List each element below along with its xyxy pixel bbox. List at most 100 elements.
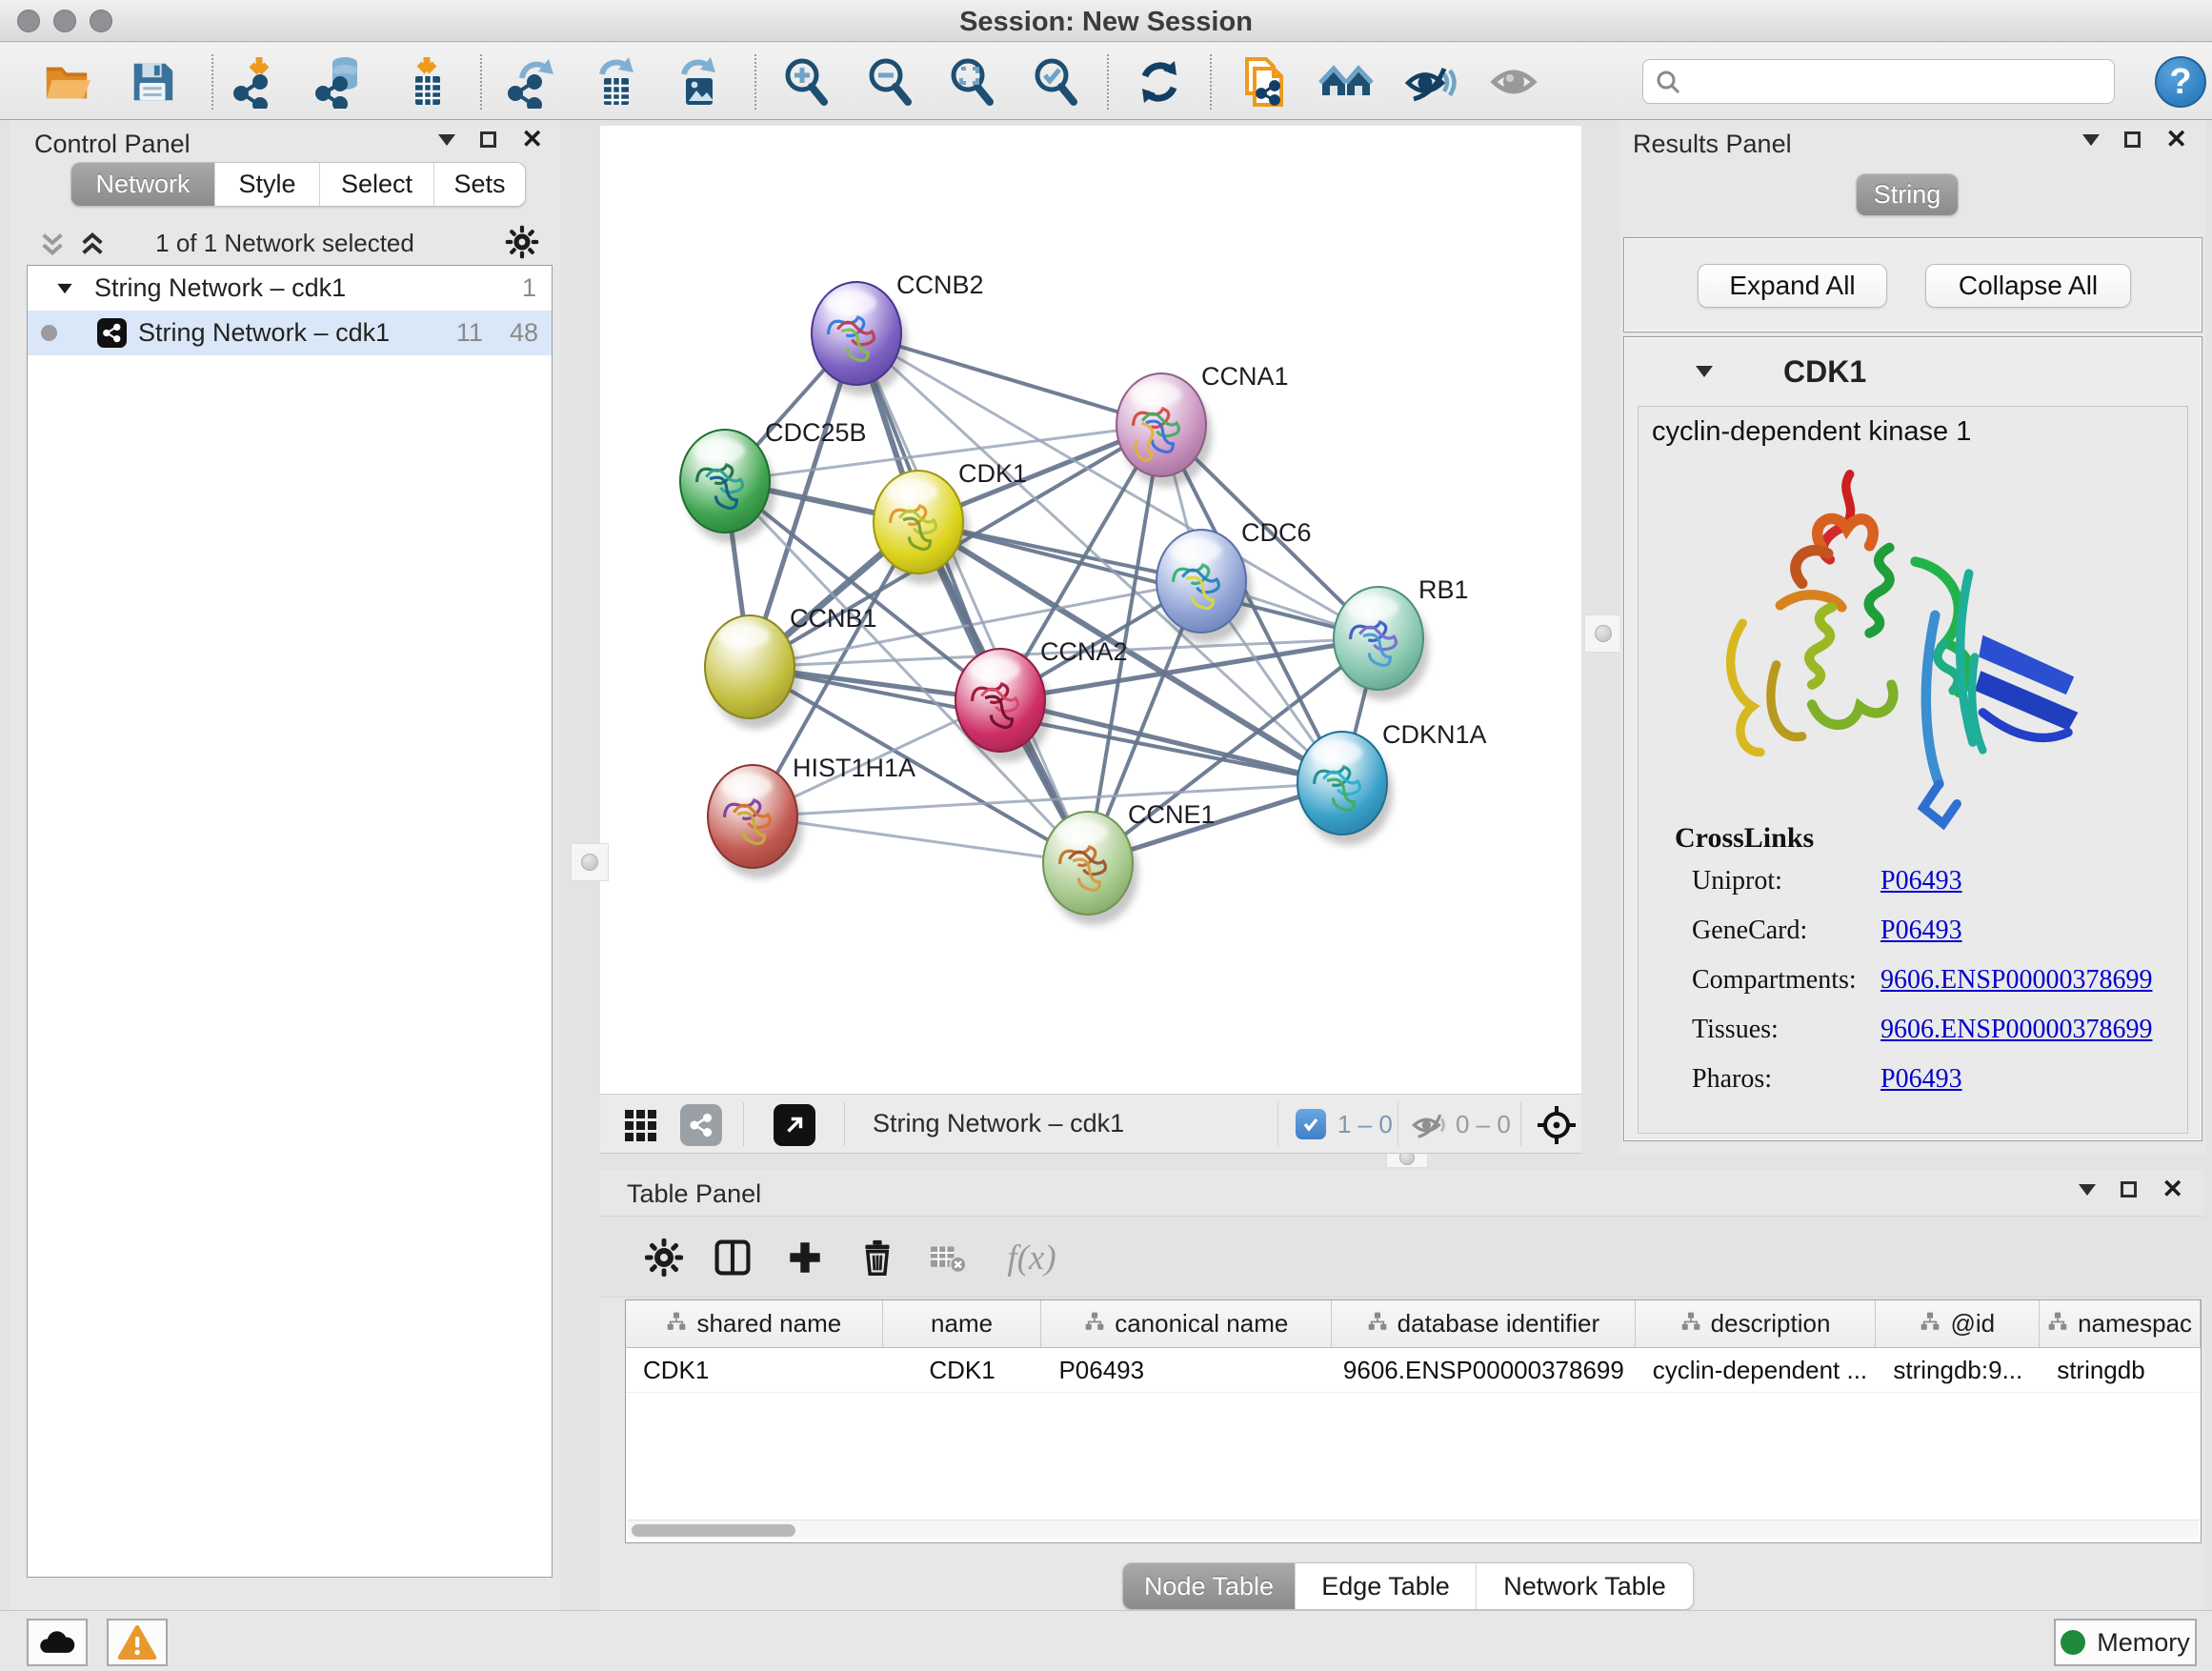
close-panel-icon[interactable]: ✕ [2165, 131, 2187, 148]
memory-button[interactable]: Memory [2054, 1619, 2197, 1666]
crosslink-value-link[interactable]: P06493 [1880, 1064, 1962, 1095]
expand-all-button[interactable]: Expand All [1698, 264, 1887, 308]
export-network-button[interactable] [504, 54, 559, 110]
table-cell[interactable]: stringdb [2040, 1348, 2201, 1392]
tab-string[interactable]: String [1857, 174, 1958, 215]
left-splitter-handle[interactable] [571, 843, 609, 881]
network-node-CCNE1[interactable] [1043, 812, 1138, 925]
export-view-button[interactable] [774, 1104, 815, 1146]
tab-network[interactable]: Network [71, 163, 214, 206]
network-node-CCNB2[interactable] [812, 282, 907, 395]
network-edge-CCNA2-CDKN1A[interactable] [1000, 700, 1342, 783]
column-header-database-identifier[interactable]: database identifier [1332, 1300, 1636, 1347]
network-node-CDC25B[interactable] [680, 430, 775, 543]
float-panel-icon[interactable] [2124, 131, 2141, 148]
close-panel-icon[interactable]: ✕ [521, 131, 543, 148]
float-panel-icon[interactable] [2121, 1181, 2137, 1198]
table-cell[interactable]: CDK1 [626, 1348, 883, 1392]
selected-checkbox[interactable] [1296, 1109, 1326, 1139]
import-network-database-button[interactable] [313, 54, 369, 110]
float-panel-icon[interactable] [480, 131, 496, 148]
tab-select[interactable]: Select [319, 163, 433, 206]
crosslink-value-link[interactable]: 9606.ENSP00000378699 [1880, 1015, 2152, 1045]
apply-layout-button[interactable] [1132, 54, 1187, 110]
help-button[interactable]: ? [2155, 56, 2206, 108]
import-network-file-button[interactable] [230, 54, 285, 110]
table-cell[interactable]: P06493 [1041, 1348, 1332, 1392]
string-view-button[interactable] [680, 1104, 722, 1146]
delete-table-button [922, 1232, 974, 1283]
tab-network-table[interactable]: Network Table [1476, 1563, 1693, 1609]
cloud-status-button[interactable] [27, 1619, 88, 1666]
table-cell[interactable]: CDK1 [883, 1348, 1042, 1392]
warnings-button[interactable] [107, 1619, 168, 1666]
first-neighbors-button[interactable] [1318, 54, 1374, 110]
network-row[interactable]: String Network – cdk1 11 48 [28, 311, 552, 355]
column-header-canonical-name[interactable]: canonical name [1041, 1300, 1332, 1347]
save-session-button[interactable] [125, 54, 180, 110]
network-node-CDK1[interactable] [874, 471, 969, 584]
network-collection-row[interactable]: String Network – cdk1 1 [28, 266, 552, 311]
table-horizontal-scrollbar[interactable] [628, 1520, 2199, 1539]
create-column-button[interactable] [779, 1232, 831, 1283]
crosslinks-list: Uniprot:P06493GeneCard:P06493Compartment… [1639, 858, 2187, 1106]
collection-disclosure-icon[interactable] [57, 283, 71, 292]
protein-disclosure-icon[interactable] [1696, 366, 1713, 377]
column-header-name[interactable]: name [883, 1300, 1042, 1347]
new-network-from-selection-button[interactable] [1235, 54, 1290, 110]
right-splitter-handle[interactable] [1584, 614, 1622, 653]
zoom-out-button[interactable] [862, 54, 917, 110]
birdseye-view-button[interactable] [623, 1106, 661, 1149]
panel-menu-icon[interactable] [2082, 134, 2100, 146]
tab-sets[interactable]: Sets [433, 163, 525, 206]
table-row[interactable]: CDK1CDK1P064939606.ENSP00000378699cyclin… [626, 1348, 2201, 1393]
collapse-all-button[interactable]: Collapse All [1925, 264, 2131, 308]
delete-column-button[interactable] [852, 1232, 903, 1283]
column-header--id[interactable]: @id [1876, 1300, 2040, 1347]
scrollbar-thumb[interactable] [632, 1524, 795, 1537]
tab-style[interactable]: Style [214, 163, 319, 206]
panel-menu-icon[interactable] [438, 134, 455, 146]
zoom-fit-button[interactable] [944, 54, 999, 110]
selected-count-text: 1 – 0 [1337, 1110, 1393, 1139]
network-graph[interactable]: CCNB2CCNA1CDC25BCDK1CDC6RB1CCNB1CCNA2CDK… [600, 126, 1581, 1094]
column-header-namespac[interactable]: namespac [2040, 1300, 2201, 1347]
fit-selection-crosshair-icon[interactable] [1536, 1104, 1578, 1146]
import-table-file-button[interactable] [397, 54, 452, 110]
protein-header[interactable]: CDK1 [1624, 337, 2202, 406]
network-tree-header: 1 of 1 Network selected [10, 223, 560, 263]
column-header-description[interactable]: description [1636, 1300, 1877, 1347]
export-table-button[interactable] [588, 54, 643, 110]
table-options-button[interactable] [638, 1232, 690, 1283]
panel-menu-icon[interactable] [2079, 1184, 2096, 1196]
export-image-button[interactable] [670, 54, 725, 110]
crosslink-value-link[interactable]: 9606.ENSP00000378699 [1880, 965, 2152, 996]
table-cell[interactable]: 9606.ENSP00000378699 [1332, 1348, 1636, 1392]
gear-icon[interactable] [505, 225, 539, 259]
network-node-RB1[interactable] [1334, 587, 1429, 700]
show-all-button[interactable] [1486, 54, 1541, 110]
table-cell[interactable]: stringdb:9... [1876, 1348, 2040, 1392]
network-node-CDKN1A[interactable] [1297, 732, 1393, 845]
open-session-button[interactable] [39, 54, 94, 110]
network-node-HIST1H1A[interactable] [708, 765, 803, 878]
crosslink-value-link[interactable]: P06493 [1880, 916, 1962, 946]
table-cell[interactable]: cyclin-dependent ... [1636, 1348, 1877, 1392]
crosslink-value-link[interactable]: P06493 [1880, 866, 1962, 896]
tab-node-table[interactable]: Node Table [1123, 1563, 1295, 1609]
network-edge-CCNB2-CCNE1[interactable] [856, 333, 1088, 863]
column-header-shared-name[interactable]: shared name [626, 1300, 883, 1347]
search-input[interactable] [1681, 67, 2091, 96]
crosslink-label: Uniprot: [1692, 866, 1782, 896]
tab-edge-table[interactable]: Edge Table [1295, 1563, 1476, 1609]
network-node-CCNA2[interactable] [955, 649, 1051, 762]
zoom-in-button[interactable] [778, 54, 834, 110]
hide-selected-button[interactable] [1402, 54, 1458, 110]
close-panel-icon[interactable]: ✕ [2162, 1181, 2183, 1198]
network-node-CCNA1[interactable] [1116, 373, 1212, 487]
network-canvas[interactable]: CCNB2CCNA1CDC25BCDK1CDC6RB1CCNB1CCNA2CDK… [600, 126, 1581, 1094]
show-columns-button[interactable] [707, 1232, 758, 1283]
zoom-selected-button[interactable] [1028, 54, 1083, 110]
collapse-all-icon[interactable] [38, 231, 67, 257]
expand-all-icon[interactable] [78, 231, 107, 257]
